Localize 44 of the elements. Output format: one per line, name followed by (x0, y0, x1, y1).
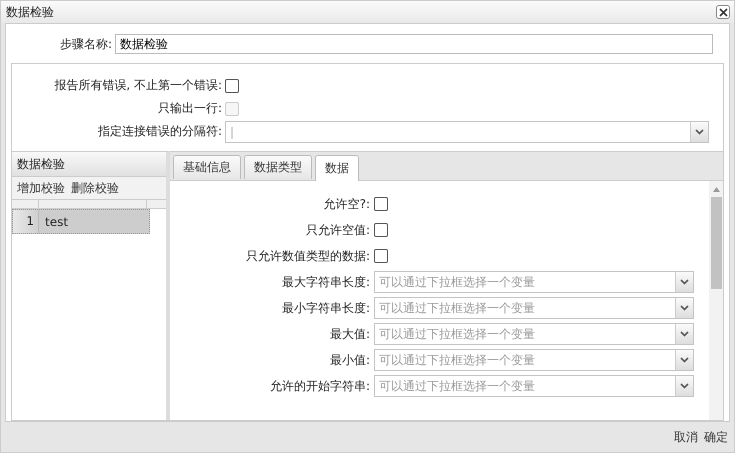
scroll-up-icon[interactable] (712, 187, 720, 192)
panel-title: 数据检验 (12, 152, 166, 177)
dialog-button[interactable]: 取消 (674, 428, 698, 446)
field-label: 最大值: (328, 326, 371, 342)
tab[interactable]: 基础信息 (173, 155, 241, 179)
field-label: 只输出一行: (156, 100, 223, 117)
placeholder-text: 可以通过下拉框选择一个变量 (378, 274, 536, 290)
placeholder-text: 可以通过下拉框选择一个变量 (378, 300, 536, 316)
checkbox[interactable] (374, 223, 388, 237)
checkbox[interactable] (374, 197, 388, 211)
dropdown-icon[interactable] (675, 376, 693, 396)
dropdown-icon[interactable] (675, 350, 693, 370)
window-title: 数据检验 (6, 4, 54, 20)
action-link[interactable]: 删除校验 (71, 180, 119, 196)
step-name-field[interactable]: 数据检验 (115, 34, 713, 54)
checkbox[interactable] (225, 78, 239, 92)
dialog-button[interactable]: 确定 (704, 428, 728, 446)
field-label: 允许空?: (322, 196, 371, 212)
dropdown-icon[interactable] (675, 298, 693, 318)
placeholder-text: 可以通过下拉框选择一个变量 (378, 352, 536, 368)
combo-value: | (229, 124, 236, 138)
scrollbar[interactable] (709, 181, 723, 420)
row-number: 1 (13, 210, 39, 233)
field-label: 最小值: (328, 352, 371, 368)
dropdown-icon[interactable] (675, 272, 693, 292)
validation-row[interactable]: 1 test (12, 209, 150, 234)
tab[interactable]: 数据类型 (244, 155, 312, 179)
field-label: 只允许数值类型的数据: (244, 248, 371, 264)
field-label: 允许的开始字符串: (268, 378, 371, 394)
tab[interactable]: 数据 (315, 155, 359, 181)
placeholder-text: 可以通过下拉框选择一个变量 (378, 326, 536, 342)
dropdown-icon[interactable] (690, 122, 708, 142)
field-label: 报告所有错误, 不止第一个错误: (53, 77, 223, 94)
placeholder-text: 可以通过下拉框选择一个变量 (378, 378, 536, 394)
action-link[interactable]: 增加校验 (17, 180, 65, 196)
table-cell-text: test (44, 214, 68, 228)
field-label: 最大字符串长度: (280, 274, 371, 290)
field-label: 最小字符串长度: (280, 300, 371, 316)
close-icon[interactable] (716, 5, 730, 19)
field-label: 指定连接错误的分隔符: (96, 123, 223, 140)
checkbox[interactable] (374, 249, 388, 263)
field-label: 步骤名称: (58, 36, 113, 52)
field-label: 只允许空值: (304, 222, 371, 238)
dropdown-icon[interactable] (675, 324, 693, 344)
